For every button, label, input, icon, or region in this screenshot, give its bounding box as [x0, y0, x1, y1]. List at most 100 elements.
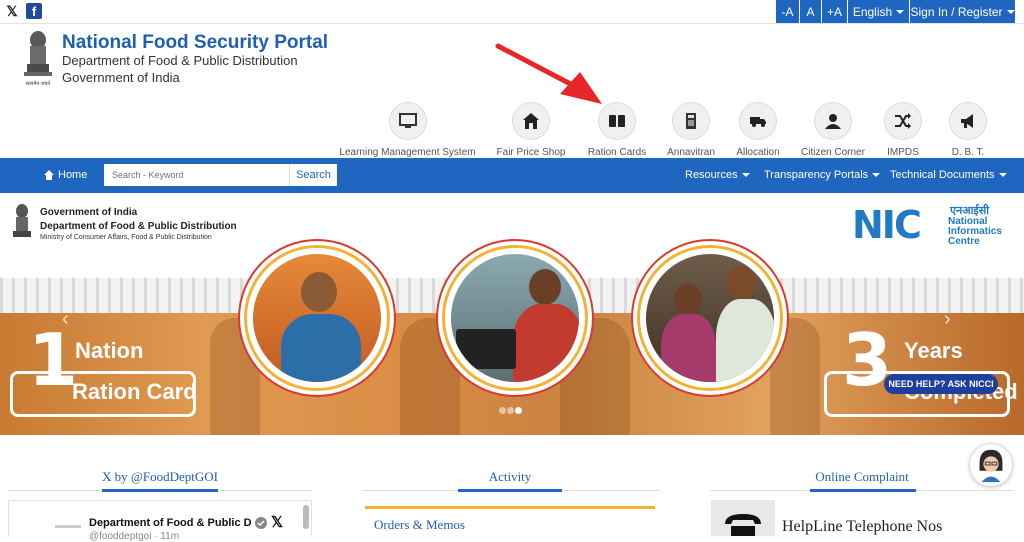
banner-gov-line2: Department of Food & Public Distribution [40, 221, 237, 232]
banner-gov-line1: Government of India [40, 207, 138, 218]
shop-icon [512, 102, 550, 140]
quick-link-dbt[interactable]: D. B. T. [948, 102, 988, 158]
main-nav: Home Search Resources Transparency Porta… [0, 158, 1024, 193]
top-bar: 𝕏 f -A A +A English Sign In / Register [0, 0, 1024, 24]
monitor-icon [388, 102, 427, 140]
activity-title[interactable]: Activity [460, 469, 560, 485]
quick-link-label: Ration Cards [587, 147, 647, 158]
online-complaint-title[interactable]: Online Complaint [810, 469, 914, 485]
slogan-left-line2: Ration Card [72, 379, 197, 404]
verified-badge-icon [255, 517, 267, 529]
photo-head [674, 284, 702, 316]
signin-label: Sign In / Register [910, 4, 1003, 19]
card-icon [598, 102, 636, 140]
photo-head [301, 272, 337, 312]
photo-body [661, 314, 716, 382]
user-icon [814, 102, 852, 140]
quick-link-lms[interactable]: Learning Management System [339, 102, 476, 158]
carousel-next-icon[interactable]: › [944, 308, 951, 331]
x-feed-scrollbar[interactable] [303, 505, 309, 529]
quick-link-label: Citizen Corner [801, 147, 865, 158]
photo-body [513, 304, 579, 382]
nav-transparency-menu[interactable]: Transparency Portals [764, 169, 881, 181]
quick-link-fair-price-shop[interactable]: Fair Price Shop [494, 102, 568, 158]
language-dropdown[interactable]: English [847, 0, 909, 23]
font-decrease-button[interactable]: -A [775, 0, 799, 23]
shuffle-icon [884, 102, 922, 140]
photo-head [726, 266, 756, 300]
search-button[interactable]: Search [289, 164, 337, 186]
photo-body [281, 314, 361, 382]
hero-banner[interactable]: Government of India Department of Food &… [0, 193, 1024, 440]
nav-transparency-label: Transparency Portals [764, 169, 869, 181]
quick-link-annavitran[interactable]: Annavitran [664, 102, 718, 158]
activity-underline [458, 489, 562, 492]
truck-icon [739, 102, 777, 140]
nav-home-link[interactable]: Home [44, 169, 87, 181]
carousel-prev-icon[interactable]: ‹ [62, 308, 69, 331]
chatbot-avatar-icon[interactable] [969, 443, 1013, 487]
nav-technical-docs-menu[interactable]: Technical Documents [890, 169, 1007, 181]
facebook-icon[interactable]: f [26, 3, 42, 19]
x-feed-underline [102, 489, 218, 492]
annotation-arrow-icon [495, 43, 602, 104]
carousel-dot-active[interactable] [515, 407, 522, 414]
national-emblem-logo: सत्यमेव जयते [24, 31, 52, 87]
banner-photo-woman-phone [247, 248, 387, 388]
site-subtitle-department: Department of Food & Public Distribution [62, 53, 298, 68]
quick-link-label: D. B. T. [951, 147, 985, 158]
font-increase-button[interactable]: +A [821, 0, 847, 23]
online-complaint-underline [810, 489, 916, 492]
chevron-down-icon [896, 9, 905, 14]
helpline-telephone-image [711, 500, 775, 536]
orders-memos-tab[interactable]: Orders & Memos [365, 506, 655, 536]
quick-link-label: Fair Price Shop [496, 147, 566, 158]
banner-photo-woman-laptop [445, 248, 585, 388]
quick-link-citizen-corner[interactable]: Citizen Corner [799, 102, 867, 158]
carousel-dot[interactable] [507, 407, 514, 414]
x-card-handle: @fooddeptgoi · 11m [89, 531, 180, 542]
x-feed-title[interactable]: X by @FoodDeptGOI [80, 469, 240, 485]
nic-logo: NIC [852, 203, 922, 247]
nav-technical-docs-label: Technical Documents [890, 169, 995, 181]
need-help-badge[interactable]: NEED HELP? ASK NICCI [884, 374, 998, 394]
chevron-down-icon [741, 173, 750, 177]
quick-link-label: Allocation [736, 147, 780, 158]
nav-home-label: Home [58, 169, 88, 181]
signin-register-button[interactable]: Sign In / Register [909, 0, 1015, 23]
nav-resources-menu[interactable]: Resources [685, 169, 750, 181]
quick-link-allocation[interactable]: Allocation [733, 102, 783, 158]
x-icon[interactable]: 𝕏 [4, 3, 20, 19]
slogan-right-line1: Years [904, 338, 963, 363]
photo-head [529, 269, 561, 305]
banner-photo-shop-transaction [640, 248, 780, 388]
x-feed-avatar-icon [55, 525, 81, 528]
quick-link-ration-cards[interactable]: Ration Cards [586, 102, 648, 158]
language-label: English [852, 4, 893, 19]
quick-link-impds[interactable]: IMPDS [883, 102, 923, 158]
chevron-down-icon [872, 173, 881, 177]
banner-gov-line3: Ministry of Consumer Affairs, Food & Pub… [40, 234, 212, 241]
telephone-icon [725, 514, 761, 536]
site-subtitle-government: Government of India [62, 70, 180, 85]
carousel-dot[interactable] [499, 407, 506, 414]
font-normal-button[interactable]: A [799, 0, 821, 23]
pos-device-icon [672, 102, 710, 140]
svg-text:सत्यमेव जयते: सत्यमेव जयते [26, 80, 51, 87]
megaphone-icon [949, 102, 987, 140]
helpline-telephone-label[interactable]: HelpLine Telephone Nos [782, 518, 942, 536]
site-title[interactable]: National Food Security Portal [62, 32, 328, 54]
quick-link-label: IMPDS [887, 147, 919, 158]
national-emblem-small-logo [13, 204, 31, 237]
orders-memos-label: Orders & Memos [374, 517, 465, 532]
x-logo-icon[interactable]: 𝕏 [271, 513, 283, 531]
search-input[interactable] [104, 164, 289, 186]
quick-link-label: Learning Management System [339, 147, 476, 158]
nav-resources-label: Resources [685, 169, 738, 181]
photo-body [716, 299, 774, 382]
slogan-left-line1: Nation [75, 338, 144, 363]
x-feed-card[interactable]: Department of Food & Public D 𝕏 @fooddep… [8, 500, 312, 542]
x-card-account-name[interactable]: Department of Food & Public D [89, 517, 252, 529]
home-icon [44, 170, 54, 180]
quick-link-label: Annavitran [667, 147, 715, 158]
